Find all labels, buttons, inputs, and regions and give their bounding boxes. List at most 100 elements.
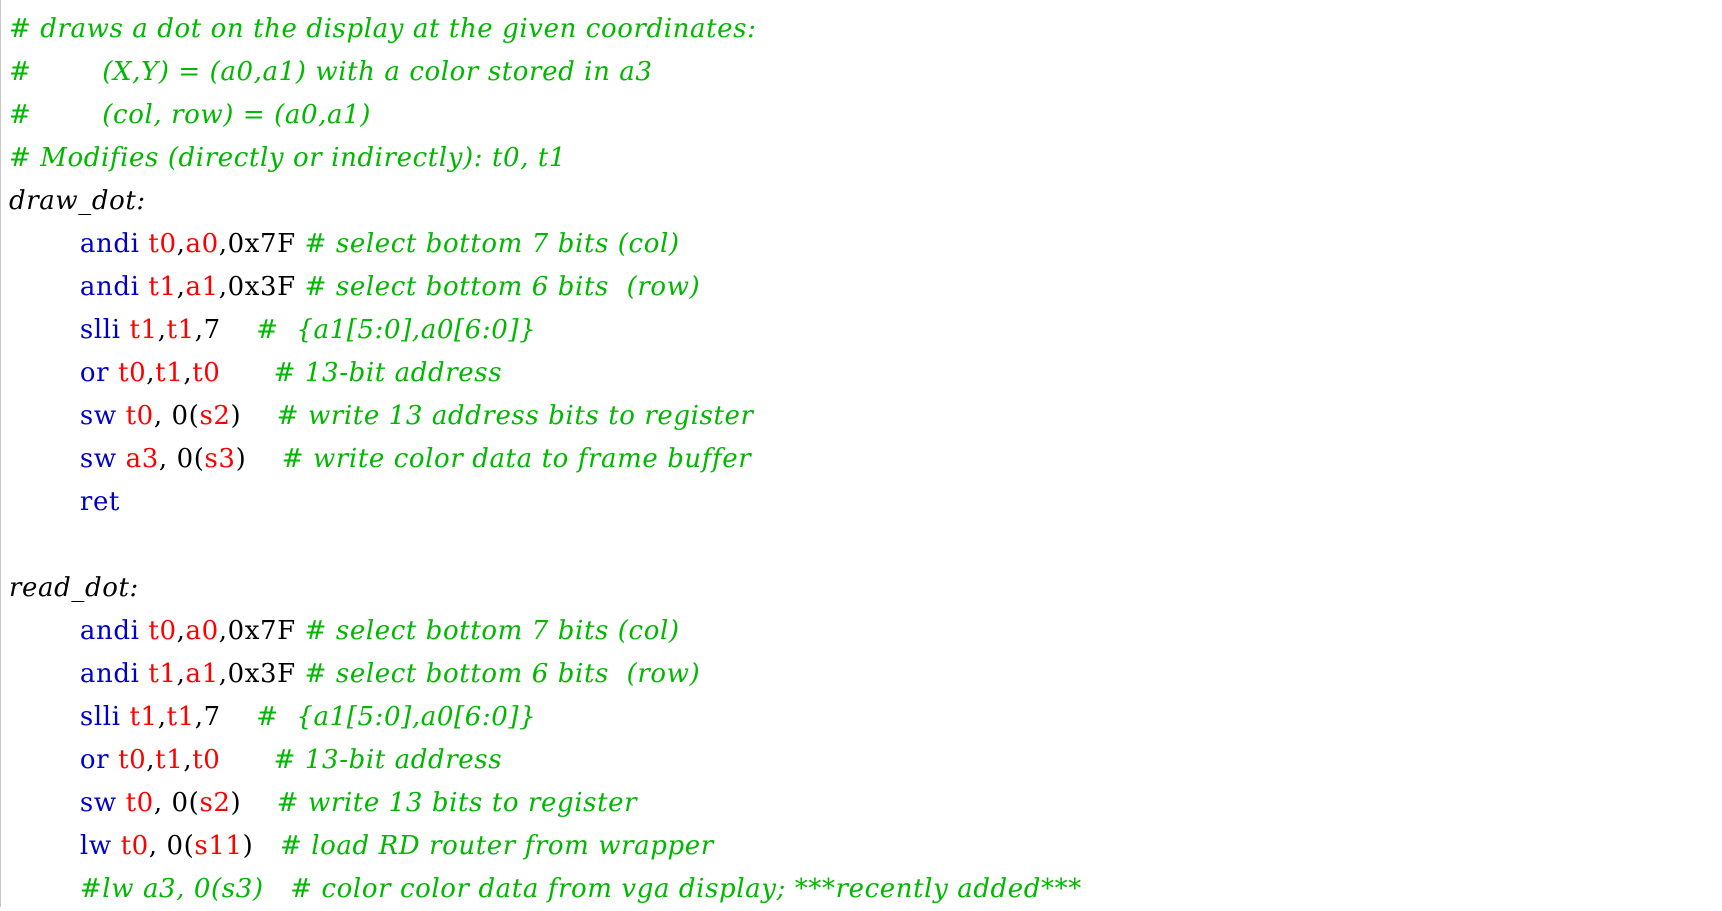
comment-token: # {a1[5:0],a0[6:0]} [256,702,537,732]
code-line[interactable]: # Modifies (directly or indirectly): t0,… [9,137,1082,180]
register-token: t0 [125,788,154,818]
comment-token: # write color data to frame buffer [281,444,752,474]
code-line[interactable]: ret [9,481,1082,524]
register-token: s11 [194,831,243,861]
code-line[interactable]: # (col, row) = (a0,a1) [9,94,1082,137]
immediate-token: ,7 [194,315,257,345]
code-line[interactable]: andi t0,a0,0x7F # select bottom 7 bits (… [9,610,1082,653]
code-line[interactable]: read_dot: [9,567,1082,610]
register-token: s2 [199,401,231,431]
register-token: t0 [192,358,221,388]
immediate-token: , 0( [158,444,205,474]
register-token: t0 [118,358,147,388]
code-line[interactable]: or t0,t1,t0 # 13-bit address [9,739,1082,782]
comment-token: # load RD router from wrapper [279,831,714,861]
punctuation-token [220,358,273,388]
register-token: t1 [148,659,177,689]
code-editor[interactable]: # draws a dot on the display at the give… [0,0,1722,907]
instruction-token: andi [79,229,140,259]
instruction-token: slli [79,702,121,732]
code-line[interactable]: sw t0, 0(s2) # write 13 address bits to … [9,395,1082,438]
punctuation-token: , [183,745,193,775]
punctuation-token: ) [230,401,277,431]
punctuation-token [220,745,273,775]
label-token: read_dot: [9,573,139,603]
code-line[interactable]: andi t0,a0,0x7F # select bottom 7 bits (… [9,223,1082,266]
code-line[interactable]: sw t0, 0(s2) # write 13 bits to register [9,782,1082,825]
code-line[interactable]: # draws a dot on the display at the give… [9,8,1082,51]
register-token: t0 [148,229,177,259]
register-token: t1 [155,745,184,775]
comment-token: # color color data from vga display; ***… [290,874,1082,904]
punctuation-token [109,745,118,775]
immediate-token: , 0( [153,788,200,818]
code-line[interactable]: andi t1,a1,0x3F # select bottom 6 bits (… [9,653,1082,696]
code-line[interactable]: sw a3, 0(s3) # write color data to frame… [9,438,1082,481]
immediate-token: ,0x3F [218,272,305,302]
code-line[interactable] [9,524,1082,567]
punctuation-token [9,616,80,646]
punctuation-token: ) [242,831,280,861]
code-line[interactable]: lw t0, 0(s11) # load RD router from wrap… [9,825,1082,868]
immediate-token: ,7 [194,702,257,732]
punctuation-token [112,831,121,861]
punctuation-token [9,745,80,775]
register-token: t0 [125,401,154,431]
instruction-token: or [79,358,110,388]
comment-token: # (col, row) = (a0,a1) [9,100,371,130]
code-line[interactable]: andi t1,a1,0x3F # select bottom 6 bits (… [9,266,1082,309]
punctuation-token [9,874,80,904]
code-line[interactable]: #lw a3, 0(s3) # color color data from vg… [9,868,1082,911]
comment-token: # Modifies (directly or indirectly): t0,… [9,143,567,173]
register-token: s3 [204,444,236,474]
register-token: t0 [118,745,147,775]
instruction-token: andi [79,659,140,689]
comment-token: # select bottom 6 bits (row) [304,659,701,689]
comment-token: # 13-bit address [273,745,503,775]
code-line[interactable]: slli t1,t1,7 # {a1[5:0],a0[6:0]} [9,309,1082,352]
comment-token: # select bottom 7 bits (col) [304,229,680,259]
comment-token: # draws a dot on the display at the give… [9,14,757,44]
code-line[interactable]: draw_dot: [9,180,1082,223]
punctuation-token [9,401,80,431]
instruction-token: sw [79,788,117,818]
punctuation-token [9,358,80,388]
instruction-token: sw [79,444,117,474]
register-token: a1 [185,272,219,302]
punctuation-token [9,444,80,474]
immediate-token: , 0( [153,401,200,431]
register-token: t1 [129,315,158,345]
code-line[interactable]: slli t1,t1,7 # {a1[5:0],a0[6:0]} [9,696,1082,739]
register-token: t1 [166,702,195,732]
punctuation-token [117,444,126,474]
immediate-token: , 0( [148,831,195,861]
instruction-token: ret [79,487,120,517]
immediate-token: ,0x3F [218,659,305,689]
immediate-token: ,0x7F [218,229,305,259]
punctuation-token [117,788,126,818]
comment-token: # select bottom 6 bits (row) [304,272,701,302]
comment-token: # select bottom 7 bits (col) [304,616,680,646]
register-token: t1 [155,358,184,388]
label-token: draw_dot: [9,186,146,216]
punctuation-token: , [157,315,167,345]
punctuation-token: , [183,358,193,388]
instruction-token: andi [79,272,140,302]
punctuation-token: , [146,358,156,388]
comment-token: # write 13 bits to register [276,788,638,818]
instruction-token: sw [79,401,117,431]
register-token: t1 [148,272,177,302]
code-text-area[interactable]: # draws a dot on the display at the give… [9,8,1082,911]
register-token: t0 [148,616,177,646]
punctuation-token [9,788,80,818]
punctuation-token [9,487,80,517]
immediate-token: ,0x7F [218,616,305,646]
code-line[interactable]: # (X,Y) = (a0,a1) with a color stored in… [9,51,1082,94]
punctuation-token: ) [230,788,277,818]
code-line[interactable]: or t0,t1,t0 # 13-bit address [9,352,1082,395]
register-token: t1 [166,315,195,345]
register-token: t0 [120,831,149,861]
punctuation-token: ) [235,444,282,474]
punctuation-token [9,831,80,861]
punctuation-token [9,229,80,259]
